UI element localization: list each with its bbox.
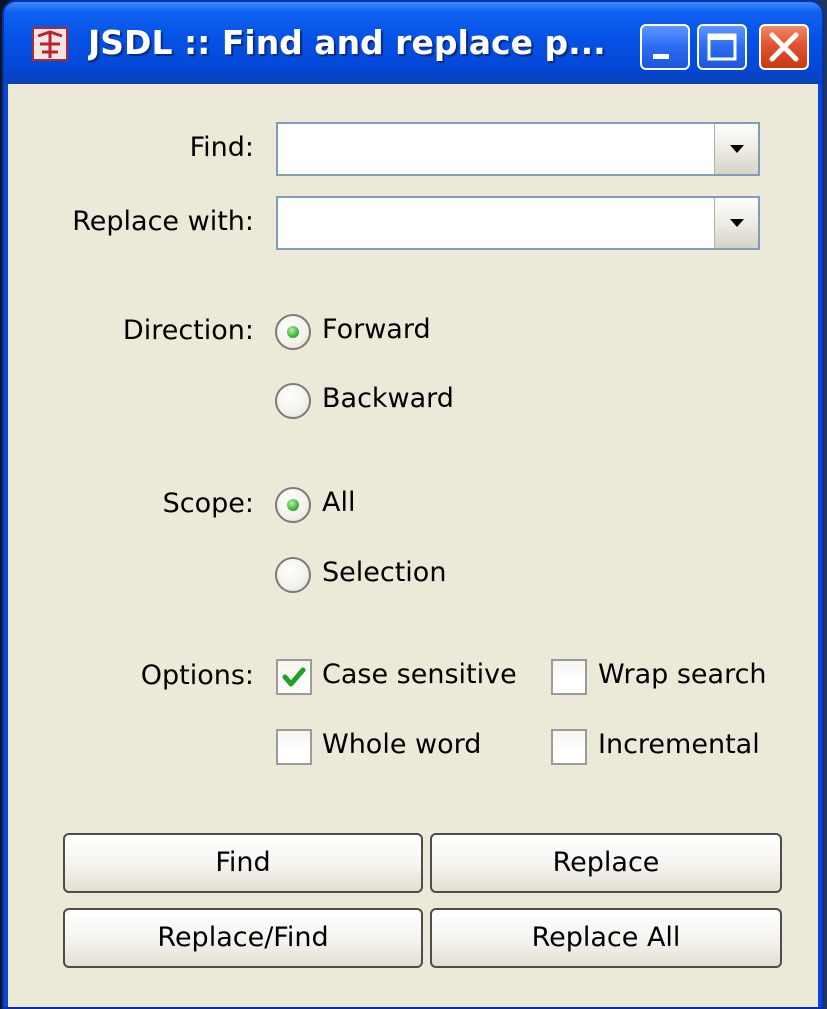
scope-selection-radio[interactable] — [275, 557, 311, 593]
replace-combobox[interactable] — [276, 196, 760, 250]
replace-find-button[interactable]: Replace/Find — [63, 908, 423, 968]
replace-input[interactable] — [284, 206, 708, 240]
chevron-down-icon — [730, 145, 744, 153]
checkmark-icon — [282, 667, 306, 687]
dialog-body: Find: Replace with: Direction: Forward B… — [8, 84, 818, 1007]
replace-button[interactable]: Replace — [430, 833, 782, 893]
radio-selected-dot — [287, 499, 299, 511]
find-combobox[interactable] — [276, 122, 760, 176]
scope-label: Scope: — [162, 488, 254, 519]
app-icon — [32, 27, 68, 61]
close-button[interactable] — [759, 24, 809, 70]
radio-selected-dot — [287, 326, 299, 338]
find-input[interactable] — [284, 132, 708, 166]
options-label: Options: — [140, 660, 254, 691]
incremental-label[interactable]: Incremental — [598, 728, 760, 762]
title-bar[interactable]: JSDL :: Find and replace p... — [4, 2, 822, 84]
direction-backward-radio[interactable] — [275, 383, 311, 419]
maximize-icon — [707, 33, 737, 61]
maximize-button[interactable] — [697, 24, 747, 70]
chevron-down-icon — [730, 219, 744, 227]
replace-label: Replace with: — [72, 206, 254, 237]
direction-forward-label[interactable]: Forward — [322, 313, 431, 347]
minimize-icon — [653, 54, 669, 59]
wrap-search-label[interactable]: Wrap search — [598, 658, 767, 692]
case-sensitive-checkbox[interactable] — [276, 659, 312, 695]
scope-selection-label[interactable]: Selection — [322, 556, 446, 590]
scope-all-label[interactable]: All — [322, 486, 355, 520]
find-button[interactable]: Find — [63, 833, 423, 893]
case-sensitive-label[interactable]: Case sensitive — [322, 658, 517, 692]
replace-dropdown-button[interactable] — [714, 198, 758, 248]
wrap-search-checkbox[interactable] — [551, 659, 587, 695]
find-label: Find: — [189, 132, 254, 163]
window-title: JSDL :: Find and replace p... — [88, 23, 606, 62]
find-dropdown-button[interactable] — [714, 124, 758, 174]
scope-all-radio[interactable] — [275, 487, 311, 523]
direction-forward-radio[interactable] — [275, 314, 311, 350]
whole-word-label[interactable]: Whole word — [322, 728, 481, 762]
direction-label: Direction: — [122, 315, 254, 346]
minimize-button[interactable] — [640, 24, 690, 70]
whole-word-checkbox[interactable] — [276, 729, 312, 765]
close-icon — [769, 32, 799, 62]
replace-all-button[interactable]: Replace All — [430, 908, 782, 968]
find-replace-window: JSDL :: Find and replace p... Find: Repl… — [2, 0, 824, 1009]
direction-backward-label[interactable]: Backward — [322, 382, 454, 416]
incremental-checkbox[interactable] — [551, 729, 587, 765]
